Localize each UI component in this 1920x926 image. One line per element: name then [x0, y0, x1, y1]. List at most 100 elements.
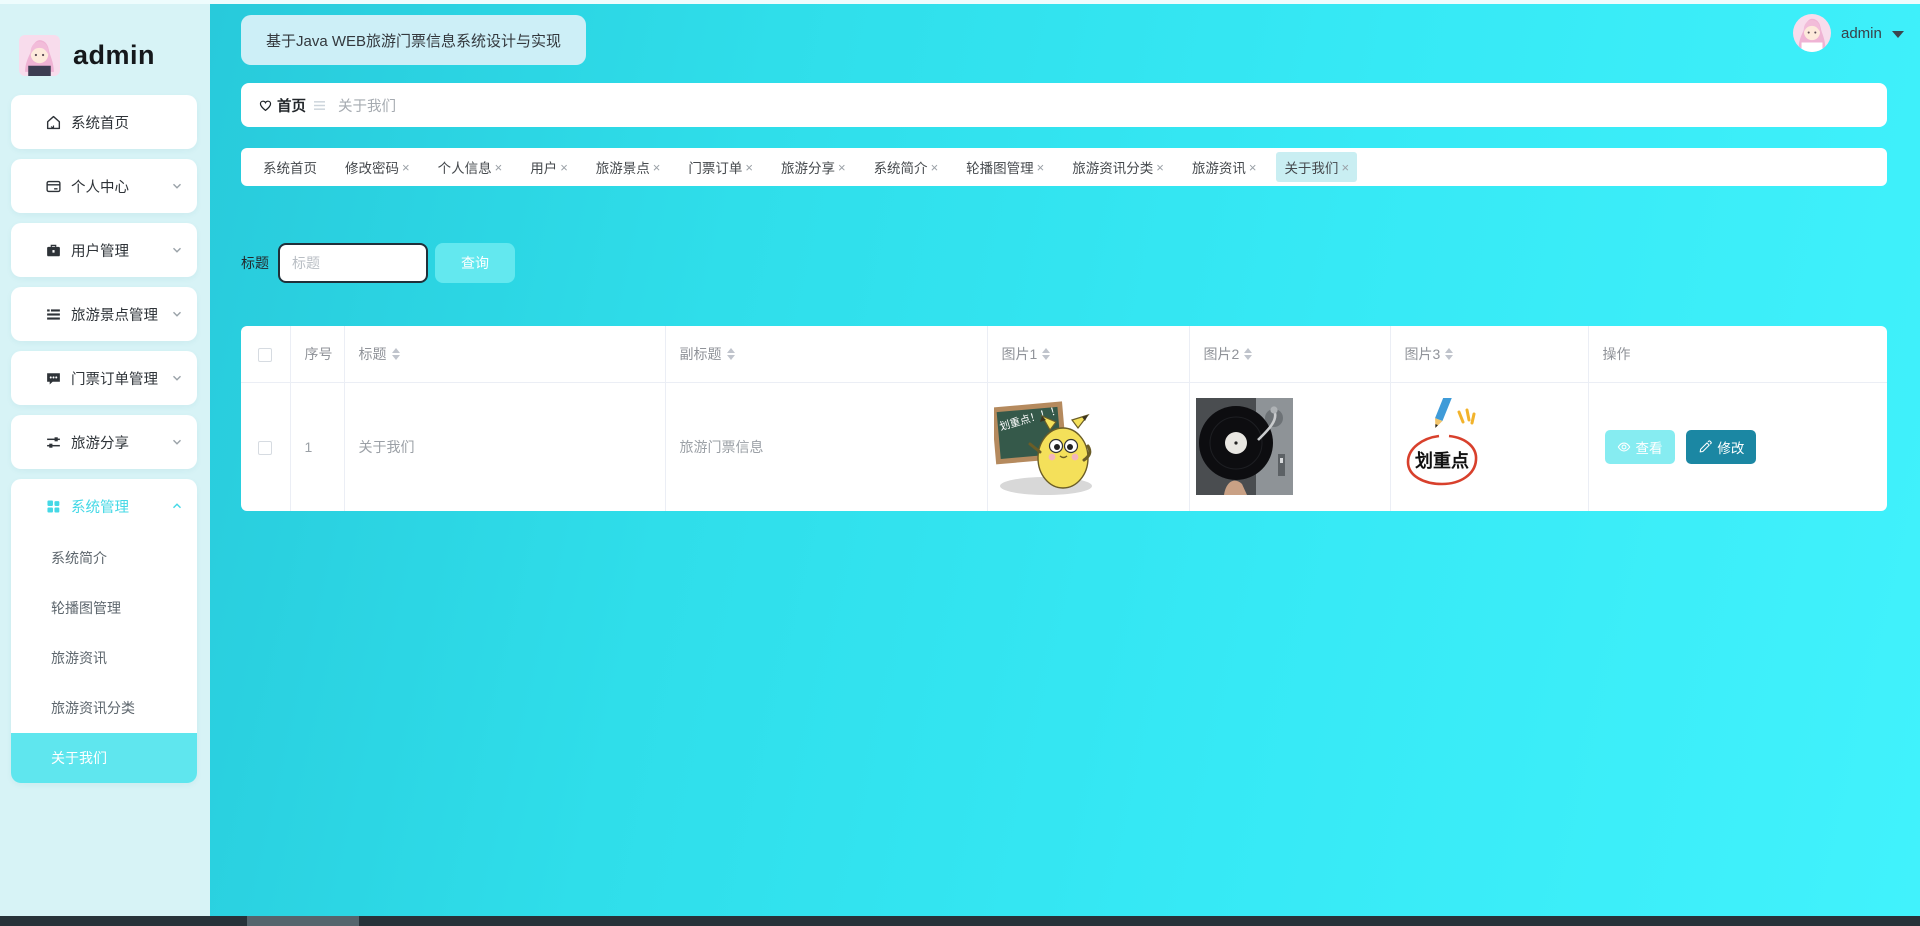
- column-label: 序号: [304, 345, 333, 362]
- sidebar-item-system-management[interactable]: 系统管理: [11, 479, 197, 533]
- column-subtitle[interactable]: 副标题: [665, 326, 988, 383]
- row-index: 1: [290, 382, 345, 511]
- table-row: 1 关于我们 旅游门票信息 划重点！！！ 划重点 查看 修改: [241, 382, 1887, 511]
- column-actions: 操作: [1588, 326, 1887, 383]
- tab-label: 修改密码: [345, 161, 399, 176]
- sidebar-subitem-system-intro[interactable]: 系统简介: [11, 533, 197, 583]
- row-image1-cell: 划重点！！！: [987, 382, 1190, 511]
- header-checkbox-cell: [241, 326, 291, 383]
- title-search-input[interactable]: [278, 243, 428, 283]
- tab-about-us[interactable]: 关于我们 ×: [1276, 152, 1358, 182]
- sidebar-item-user-management[interactable]: 用户管理: [11, 223, 197, 277]
- tab-close-icon[interactable]: ×: [745, 160, 753, 175]
- list-icon: [45, 306, 62, 323]
- blackboard-pikachu-image: 划重点！！！: [993, 393, 1101, 500]
- sidebar-item-ticket-order-management[interactable]: 门票订单管理: [11, 351, 197, 405]
- tab-travel-share[interactable]: 旅游分享 ×: [773, 152, 854, 182]
- system-title-button[interactable]: 基于Java WEB旅游门票信息系统设计与实现: [241, 15, 587, 65]
- sidebar-username: admin: [73, 40, 156, 70]
- user-name: admin: [1841, 24, 1882, 42]
- heart-icon: [258, 98, 273, 113]
- tab-system-intro[interactable]: 系统简介 ×: [866, 152, 947, 182]
- sort-icon[interactable]: [1244, 347, 1253, 360]
- column-title[interactable]: 标题: [344, 326, 666, 383]
- tab-home[interactable]: 系统首页: [255, 152, 325, 182]
- sliders-icon: [45, 434, 62, 451]
- vinyl-record-image: [1195, 398, 1293, 496]
- sort-icon[interactable]: [1445, 347, 1454, 360]
- avatar-illustration: [19, 35, 60, 76]
- sidebar-item-travel-share[interactable]: 旅游分享: [11, 415, 197, 469]
- tab-close-icon[interactable]: ×: [1249, 160, 1257, 175]
- query-button[interactable]: 查询: [435, 243, 515, 283]
- search-label: 标题: [241, 255, 269, 271]
- column-label: 标题: [358, 345, 387, 362]
- avatar-illustration: [1793, 14, 1831, 52]
- row-actions-cell: 查看 修改: [1588, 382, 1887, 511]
- sidebar-item-label: 个人中心: [71, 179, 129, 196]
- breadcrumb-home-label: 首页: [277, 98, 306, 115]
- sidebar-item-scenic-spot-management[interactable]: 旅游景点管理: [11, 287, 197, 341]
- tab-close-icon[interactable]: ×: [838, 160, 846, 175]
- edit-button[interactable]: 修改: [1686, 429, 1757, 464]
- tab-ticket-order[interactable]: 门票订单 ×: [680, 152, 761, 182]
- column-label: 图片1: [1001, 345, 1038, 362]
- chevron-down-icon: [171, 436, 183, 448]
- tab-user[interactable]: 用户 ×: [522, 152, 576, 182]
- select-all-checkbox[interactable]: [258, 347, 273, 362]
- main-area: 基于Java WEB旅游门票信息系统设计与实现 admin 首页 关于我们 系统…: [210, 4, 1920, 916]
- tab-scenic-spot[interactable]: 旅游景点 ×: [588, 152, 669, 182]
- sidebar: admin 系统首页 个人中心 用户管理 旅游景点管理 门票订单管理 旅游分享 …: [0, 4, 210, 916]
- tab-close-icon[interactable]: ×: [402, 160, 410, 175]
- tab-label: 用户: [530, 161, 558, 176]
- sidebar-subitem-about-us[interactable]: 关于我们: [11, 733, 197, 783]
- sidebar-item-home[interactable]: 系统首页: [11, 95, 197, 149]
- column-image2[interactable]: 图片2: [1189, 326, 1391, 383]
- sidebar-item-label: 系统首页: [71, 115, 129, 132]
- tab-close-icon[interactable]: ×: [931, 160, 939, 175]
- horizontal-scrollbar[interactable]: [0, 916, 1920, 926]
- tab-label: 旅游资讯: [1191, 161, 1246, 176]
- sidebar-brand: admin: [0, 4, 210, 90]
- chevron-down-icon: [171, 244, 183, 256]
- tab-personal-info[interactable]: 个人信息 ×: [430, 152, 511, 182]
- tab-close-icon[interactable]: ×: [1037, 160, 1045, 175]
- sidebar-item-label: 旅游景点管理: [71, 307, 158, 324]
- grid-icon: [45, 498, 62, 515]
- sidebar-avatar: [19, 35, 60, 76]
- sidebar-subitem-travel-news[interactable]: 旅游资讯: [11, 633, 197, 683]
- tab-travel-news[interactable]: 旅游资讯 ×: [1184, 152, 1265, 182]
- view-button-label: 查看: [1635, 440, 1663, 456]
- horizontal-scrollbar-thumb[interactable]: [247, 916, 359, 926]
- row-image3-cell: 划重点: [1390, 382, 1589, 511]
- breadcrumb-home[interactable]: 首页: [258, 95, 306, 116]
- view-button[interactable]: 查看: [1604, 429, 1675, 464]
- tab-change-password[interactable]: 修改密码 ×: [337, 152, 418, 182]
- sort-icon[interactable]: [1042, 347, 1051, 360]
- tab-travel-news-category[interactable]: 旅游资讯分类 ×: [1064, 152, 1172, 182]
- sidebar-item-label: 用户管理: [71, 243, 129, 260]
- tab-close-icon[interactable]: ×: [1341, 160, 1349, 175]
- sort-icon[interactable]: [391, 347, 400, 360]
- tab-bar: 系统首页 修改密码 × 个人信息 × 用户 × 旅游景点 × 门票订单 × 旅游分享 × 系…: [241, 148, 1887, 186]
- user-dropdown[interactable]: admin: [1793, 14, 1904, 52]
- sidebar-subitem-carousel-management[interactable]: 轮播图管理: [11, 583, 197, 633]
- user-avatar[interactable]: [1793, 14, 1831, 52]
- table-header-row: 序号 标题 副标题 图片1 图片2 图片3 操作: [241, 326, 1887, 383]
- sidebar-subitem-travel-news-category[interactable]: 旅游资讯分类: [11, 683, 197, 733]
- sidebar-item-personal-center[interactable]: 个人中心: [11, 159, 197, 213]
- column-image1[interactable]: 图片1: [987, 326, 1190, 383]
- eye-icon: [1617, 440, 1631, 454]
- edit-button-label: 修改: [1717, 440, 1745, 456]
- tab-close-icon[interactable]: ×: [653, 160, 661, 175]
- column-image3[interactable]: 图片3: [1390, 326, 1589, 383]
- tab-close-icon[interactable]: ×: [1156, 160, 1164, 175]
- row-title: 关于我们: [344, 382, 666, 511]
- highlight-text: 划重点: [1415, 450, 1469, 471]
- sort-icon[interactable]: [726, 347, 735, 360]
- tab-close-icon[interactable]: ×: [495, 160, 503, 175]
- row-checkbox[interactable]: [258, 440, 273, 455]
- tab-carousel-management[interactable]: 轮播图管理 ×: [958, 152, 1052, 182]
- tab-label: 系统简介: [873, 161, 928, 176]
- tab-close-icon[interactable]: ×: [560, 160, 568, 175]
